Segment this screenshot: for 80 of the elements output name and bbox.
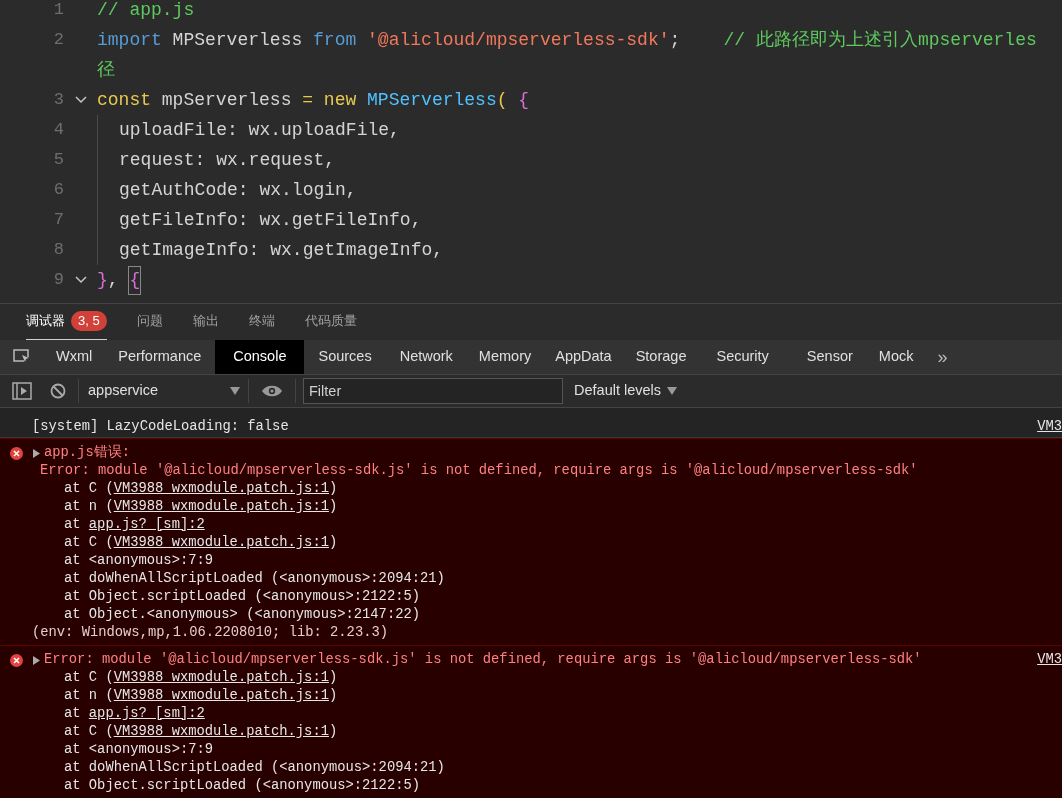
eye-icon[interactable] [261, 384, 283, 398]
line-number: 1 [52, 0, 64, 22]
source-link[interactable]: VM3988 wxmodule.patch.js:1 [113, 724, 329, 739]
panel-tab[interactable]: 问题 [136, 303, 163, 341]
error-title: Error: module '@alicloud/mpserverless-sdk.js' is not defined, require args is '@alicloud/mpserverless-sdk' [44, 650, 922, 669]
code-line: // app.js [97, 0, 195, 22]
source-link[interactable]: VM3 [1037, 649, 1062, 671]
code-line: getImageInfo: wx.getImageInfo, [97, 235, 444, 265]
line-number: 9 [52, 269, 64, 292]
devtools-tab[interactable]: Memory [466, 340, 544, 374]
stack-frame: at C (VM3988 wxmodule.patch.js:1) [0, 480, 1062, 498]
stack-frame: at app.js? [sm]:2 [0, 516, 1062, 534]
source-link[interactable]: VM3988 wxmodule.patch.js:1 [113, 535, 329, 550]
source-link[interactable]: VM3988 wxmodule.patch.js:1 [113, 688, 329, 703]
devtools-tab[interactable]: Performance [104, 340, 216, 374]
environment-info: (env: Windows,mp,1.06.2208010; lib: 2.23.3) [31, 624, 390, 642]
caret-down-icon [667, 387, 678, 395]
line-number: 8 [52, 239, 64, 262]
devtools-tab[interactable]: Security [698, 340, 787, 374]
stack-frame: at doWhenAllScriptLoaded (<anonymous>:2094:21) [0, 570, 1062, 588]
stack-frame: at C (VM3988 wxmodule.patch.js:1) [0, 723, 1062, 741]
panel-tab[interactable]: 终端 [248, 303, 275, 341]
code-line: uploadFile: wx.uploadFile, [97, 115, 400, 145]
line-number: 3 [52, 89, 64, 112]
error-title: app.js错误: [44, 443, 130, 462]
code-line: getFileInfo: wx.getFileInfo, [97, 205, 422, 235]
levels-dropdown[interactable]: Default levels [574, 380, 678, 402]
console-message: [system] LazyCodeLoading: false [32, 418, 289, 437]
expand-triangle-icon[interactable] [33, 448, 40, 458]
more-tabs-button[interactable]: » [929, 340, 956, 374]
panel-tab[interactable]: 输出 [192, 303, 219, 341]
line-number: 2 [52, 29, 64, 52]
stack-frame: at app.js? [sm]:2 [0, 705, 1062, 723]
source-link[interactable]: app.js? [sm]:2 [88, 706, 205, 721]
error-icon [10, 653, 23, 667]
stack-frame: at <anonymous>:7:9 [0, 741, 1062, 759]
stack-frame: at C (VM3988 wxmodule.patch.js:1) [0, 669, 1062, 687]
stack-frame: at Object.<anonymous> (<anonymous>:2147:22) [0, 606, 1062, 624]
chevron-down-icon[interactable] [74, 96, 87, 104]
line-number: 4 [52, 119, 64, 142]
code-line: import MPServerless from '@alicloud/mpserverless-sdk'; // 此路径即为上述引入mpserverles [97, 28, 1037, 52]
filter-field[interactable]: Filter [303, 378, 563, 404]
line-number: 6 [52, 179, 64, 202]
source-link[interactable]: VM3988 wxmodule.patch.js:1 [113, 481, 329, 496]
devtools-tab[interactable]: Wxml [44, 340, 105, 374]
count-badge: 3, 5 [71, 311, 107, 331]
code-line: 径 [97, 58, 115, 82]
source-link[interactable]: VM3988 wxmodule.patch.js:1 [113, 670, 329, 685]
caret-down-icon [230, 387, 240, 395]
code-line: request: wx.request, [97, 145, 336, 175]
code-line: }, { [97, 265, 141, 295]
stack-frame: at <anonymous>:7:9 [0, 552, 1062, 570]
source-link[interactable]: VM3988 wxmodule.patch.js:1 [113, 499, 329, 514]
error-message: Error: module '@alicloud/mpserverless-sdk.js' is not defined, require args is '@alicloud/mpserverless-sdk' [39, 462, 919, 480]
panel-tab[interactable]: 代码质量 [304, 303, 357, 341]
chevron-down-icon[interactable] [74, 276, 87, 284]
devtools-tab[interactable]: Mock [862, 340, 930, 374]
line-number: 7 [52, 209, 64, 232]
source-link[interactable]: app.js? [sm]:2 [88, 517, 205, 532]
source-link[interactable]: VM3 [1037, 417, 1062, 438]
devtools-tab[interactable]: Storage [623, 340, 699, 374]
clear-console-icon[interactable] [50, 383, 66, 399]
devtools-tab[interactable]: AppData [543, 340, 624, 374]
stack-frame: at C (VM3988 wxmodule.patch.js:1) [0, 534, 1062, 552]
stack-frame: at n (VM3988 wxmodule.patch.js:1) [0, 687, 1062, 705]
context-dropdown[interactable]: appservice [79, 379, 249, 403]
stack-frame: at doWhenAllScriptLoaded (<anonymous>:2094:21) [0, 759, 1062, 777]
expand-triangle-icon[interactable] [33, 655, 40, 665]
sidebar-toggle-icon[interactable] [12, 382, 32, 400]
error-icon [10, 446, 23, 460]
stack-frame: at Object.scriptLoaded (<anonymous>:2122:5) [0, 588, 1062, 606]
devtools-tab[interactable]: Console [215, 340, 305, 374]
line-number: 5 [52, 149, 64, 172]
devtools-tab[interactable]: Sources [304, 340, 386, 374]
stack-frame: at n (VM3988 wxmodule.patch.js:1) [0, 498, 1062, 516]
stack-frame: at Object.scriptLoaded (<anonymous>:2122:5) [0, 777, 1062, 795]
code-line: const mpServerless = new MPServerless( { [97, 88, 530, 112]
devtools-tab[interactable]: Network [385, 340, 467, 374]
code-line: getAuthCode: wx.login, [97, 175, 357, 205]
devtools-tab[interactable]: Sensor [796, 340, 863, 374]
